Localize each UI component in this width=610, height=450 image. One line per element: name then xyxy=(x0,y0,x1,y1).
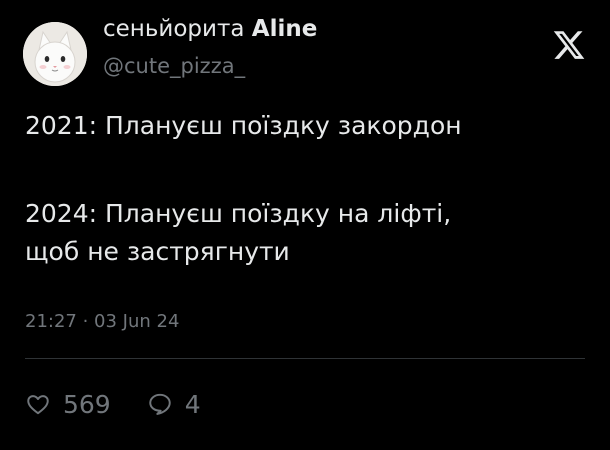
heart-icon xyxy=(27,395,49,415)
divider xyxy=(25,358,585,359)
x-logo-icon[interactable] xyxy=(552,28,586,62)
display-name-prefix: сеньйорита xyxy=(103,16,252,42)
reply-count: 4 xyxy=(184,389,201,419)
tweet-line-1: 2021: Плануєш поїздку закордон xyxy=(25,111,462,140)
tweet-timestamp[interactable]: 21:27 · 03 Jun 24 xyxy=(25,311,179,332)
like-count: 569 xyxy=(63,389,111,419)
white-cat-avatar-icon xyxy=(23,22,87,86)
like-button[interactable]: 569 xyxy=(25,390,111,419)
action-bar: 569 4 xyxy=(25,384,201,424)
reply-bubble-icon xyxy=(148,393,171,415)
tweet-text: 2021: Плануєш поїздку закордон 2024: Пла… xyxy=(25,107,595,271)
tweet-line-3: щоб не застрягнути xyxy=(25,237,290,266)
avatar[interactable] xyxy=(23,22,87,86)
reply-button[interactable]: 4 xyxy=(147,390,201,419)
tweet-card: сеньйорита Aline @cute_pizza_ 2021: План… xyxy=(0,0,610,450)
display-name-bold: Aline xyxy=(251,16,318,42)
author-handle[interactable]: @cute_pizza_ xyxy=(103,54,245,78)
tweet-line-2: 2024: Плануєш поїздку на ліфті, xyxy=(25,199,452,228)
author-display-name[interactable]: сеньйорита Aline xyxy=(103,16,317,42)
